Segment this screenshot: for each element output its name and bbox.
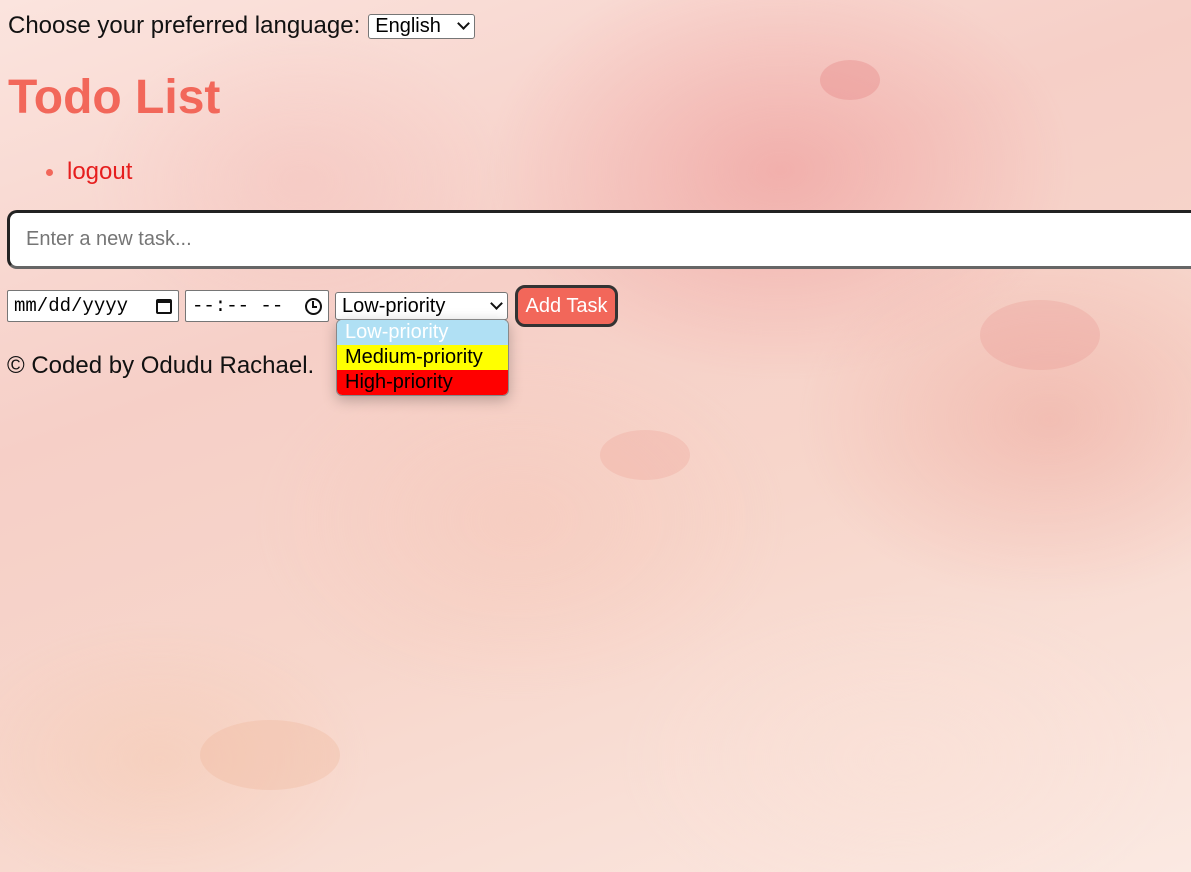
- priority-select[interactable]: Low-priority: [335, 292, 508, 320]
- nav-item-logout: logout: [0, 157, 132, 187]
- background-blot: [980, 300, 1100, 370]
- nav-list: logout: [0, 157, 132, 187]
- priority-option-low[interactable]: Low-priority: [337, 320, 508, 345]
- clock-icon[interactable]: [305, 297, 322, 315]
- time-input-placeholder: --:-- --: [192, 295, 284, 317]
- logout-link[interactable]: logout: [67, 158, 132, 185]
- language-select[interactable]: English: [368, 13, 476, 39]
- task-input-placeholder: Enter a new task...: [26, 228, 192, 250]
- date-input[interactable]: mm/dd/yyyy: [7, 290, 179, 322]
- bullet-icon: [46, 169, 53, 176]
- priority-option-medium[interactable]: Medium-priority: [337, 345, 508, 370]
- page-title: Todo List: [8, 71, 221, 124]
- add-task-button[interactable]: Add Task: [515, 285, 618, 327]
- language-label: Choose your preferred language:: [8, 12, 361, 39]
- footer-credit: © Coded by Odudu Rachael.: [7, 352, 315, 379]
- date-input-placeholder: mm/dd/yyyy: [14, 295, 129, 317]
- chevron-down-icon: [490, 297, 503, 310]
- priority-option-high[interactable]: High-priority: [337, 370, 508, 395]
- chevron-down-icon: [457, 17, 471, 30]
- task-input[interactable]: Enter a new task...: [7, 210, 1191, 269]
- background-blot: [820, 60, 880, 100]
- background-blot: [600, 430, 690, 480]
- time-input[interactable]: --:-- --: [185, 290, 329, 322]
- priority-selected-value: Low-priority: [342, 294, 446, 317]
- calendar-icon[interactable]: [156, 298, 172, 314]
- background-blot: [200, 720, 340, 790]
- priority-dropdown: Low-priority Medium-priority High-priori…: [336, 319, 509, 396]
- language-row: Choose your preferred language: English: [8, 12, 476, 40]
- language-selected-value: English: [375, 15, 441, 37]
